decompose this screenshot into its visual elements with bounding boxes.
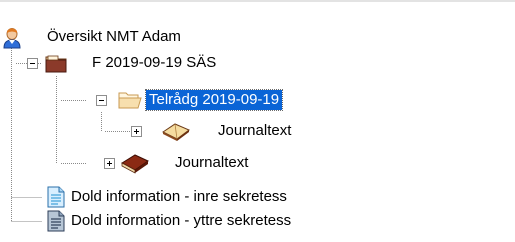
expand-toggle-journaltext-inner[interactable] bbox=[131, 126, 142, 137]
book-icon bbox=[120, 152, 150, 174]
expand-toggle-journaltext-outer[interactable] bbox=[104, 158, 115, 169]
tree-item-journaltext-outer[interactable]: Journaltext bbox=[172, 153, 251, 173]
tree-item-dold-inre[interactable]: Dold information - inre sekretess bbox=[68, 187, 290, 207]
document-icon bbox=[44, 186, 68, 208]
tree-item-dold-yttre[interactable]: Dold information - yttre sekretess bbox=[68, 211, 294, 231]
document-dark-icon bbox=[44, 210, 68, 232]
folder-open-icon bbox=[117, 89, 142, 111]
minus-icon bbox=[30, 63, 35, 64]
collapse-toggle-telradg[interactable] bbox=[96, 95, 107, 106]
collapse-toggle-f-node[interactable] bbox=[27, 58, 38, 69]
tree-view[interactable]: Översikt NMT Adam F 2019-09-19 SÄS Telrå… bbox=[0, 0, 515, 242]
user-icon bbox=[1, 27, 25, 49]
tree-item-telradg[interactable]: Telrådg 2019-09-19 bbox=[144, 89, 284, 111]
open-book-icon bbox=[161, 120, 190, 142]
plus-icon bbox=[107, 161, 112, 166]
tree-item-root[interactable]: Översikt NMT Adam bbox=[44, 27, 184, 47]
tree-item-f-node[interactable]: F 2019-09-19 SÄS bbox=[89, 53, 219, 73]
minus-icon bbox=[99, 100, 104, 101]
plus-icon bbox=[134, 129, 139, 134]
tree-item-journaltext-inner[interactable]: Journaltext bbox=[215, 121, 294, 141]
folder-icon bbox=[44, 52, 68, 74]
